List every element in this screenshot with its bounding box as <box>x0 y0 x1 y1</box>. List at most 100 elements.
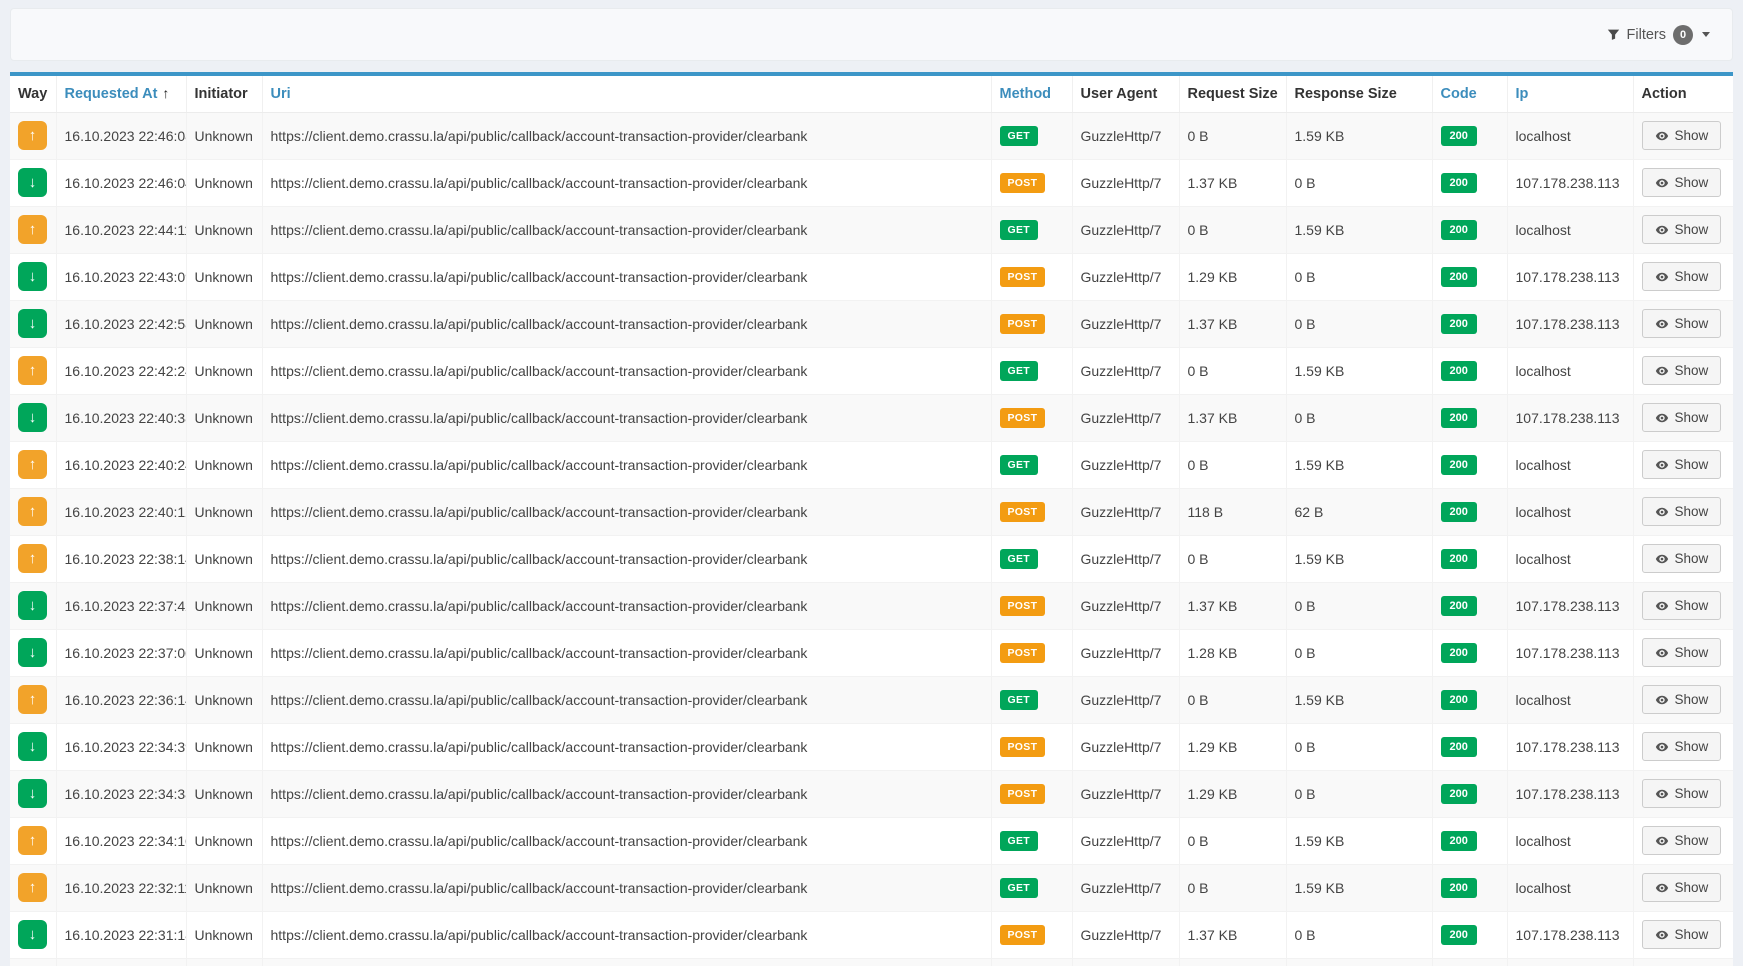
requests-table-card: Way Requested At↑ Initiator Uri Method U… <box>10 72 1733 966</box>
eye-icon <box>1655 176 1669 190</box>
uri-cell: https://client.demo.crassu.la/api/public… <box>262 817 991 864</box>
table-row: ↓ 16.10.2023 22:34:39 Unknown https://cl… <box>10 723 1733 770</box>
way-cell: ↓ <box>10 723 56 770</box>
table-row: ↑ 16.10.2023 22:40:24 Unknown https://cl… <box>10 441 1733 488</box>
show-button[interactable]: Show <box>1642 779 1722 808</box>
action-cell: Show <box>1633 723 1733 770</box>
ip-cell: localhost <box>1507 817 1633 864</box>
code-cell: 200 <box>1432 488 1507 535</box>
eye-icon <box>1655 834 1669 848</box>
method-cell: GET <box>991 864 1072 911</box>
ip-cell: 107.178.238.113 <box>1507 394 1633 441</box>
show-button[interactable]: Show <box>1642 732 1722 761</box>
eye-icon <box>1655 599 1669 613</box>
action-cell: Show <box>1633 770 1733 817</box>
initiator-cell: Unknown <box>186 770 262 817</box>
column-header-code[interactable]: Code <box>1432 76 1507 112</box>
initiator-cell: Unknown <box>186 112 262 159</box>
requested-at-cell: 16.10.2023 22:34:39 <box>56 723 186 770</box>
method-badge: POST <box>1000 502 1046 522</box>
show-button[interactable]: Show <box>1642 121 1722 150</box>
requested-at-cell: 16.10.2023 22:31:18 <box>56 911 186 958</box>
method-cell: POST <box>991 394 1072 441</box>
request-size-cell: 0 B <box>1179 817 1286 864</box>
eye-icon <box>1655 928 1669 942</box>
response-size-cell: 1.59 KB <box>1286 817 1432 864</box>
request-size-cell: 0 B <box>1179 864 1286 911</box>
show-button[interactable]: Show <box>1642 685 1722 714</box>
user-agent-cell: GuzzleHttp/7 <box>1072 300 1179 347</box>
arrow-down-icon: ↓ <box>18 779 47 808</box>
code-cell: 200 <box>1432 206 1507 253</box>
ip-cell: 107.178.238.113 <box>1507 300 1633 347</box>
response-size-cell: 0 B <box>1286 300 1432 347</box>
show-button[interactable]: Show <box>1642 403 1722 432</box>
table-row: ↓ 16.10.2023 22:31:18 Unknown https://cl… <box>10 911 1733 958</box>
eye-icon <box>1655 270 1669 284</box>
initiator-cell: Unknown <box>186 817 262 864</box>
eye-icon <box>1655 223 1669 237</box>
show-button-label: Show <box>1675 269 1709 284</box>
ip-cell: 107.178.238.113 <box>1507 911 1633 958</box>
show-button[interactable]: Show <box>1642 215 1722 244</box>
way-cell: ↓ <box>10 253 56 300</box>
initiator-cell: Unknown <box>186 676 262 723</box>
show-button-label: Show <box>1675 927 1709 942</box>
code-cell: 200 <box>1432 770 1507 817</box>
table-row: ↑ 16.10.2023 22:42:24 Unknown https://cl… <box>10 347 1733 394</box>
status-code-badge: 200 <box>1441 314 1477 334</box>
user-agent-cell: GuzzleHttp/7 <box>1072 535 1179 582</box>
request-size-cell: 1.28 KB <box>1179 629 1286 676</box>
show-button-label: Show <box>1675 363 1709 378</box>
column-header-ip[interactable]: Ip <box>1507 76 1633 112</box>
action-cell: Show <box>1633 817 1733 864</box>
response-size-cell: 0 B <box>1286 394 1432 441</box>
arrow-down-icon: ↓ <box>18 591 47 620</box>
show-button[interactable]: Show <box>1642 873 1722 902</box>
way-cell: ↓ <box>10 629 56 676</box>
page: Filters 0 Way Requested At↑ Initiator Ur… <box>0 0 1743 966</box>
eye-icon <box>1655 505 1669 519</box>
eye-icon <box>1655 364 1669 378</box>
eye-icon <box>1655 552 1669 566</box>
show-button[interactable]: Show <box>1642 309 1722 338</box>
initiator-cell: Unknown <box>186 488 262 535</box>
filters-toggle-button[interactable]: Filters 0 <box>1607 25 1710 45</box>
eye-icon <box>1655 317 1669 331</box>
status-code-badge: 200 <box>1441 690 1477 710</box>
code-cell: 200 <box>1432 112 1507 159</box>
status-code-badge: 200 <box>1441 549 1477 569</box>
show-button[interactable]: Show <box>1642 638 1722 667</box>
arrow-up-icon: ↑ <box>18 544 47 573</box>
show-button[interactable]: Show <box>1642 262 1722 291</box>
show-button[interactable]: Show <box>1642 450 1722 479</box>
arrow-down-icon: ↓ <box>18 262 47 291</box>
uri-cell: https://client.demo.crassu.la/api/public… <box>262 582 991 629</box>
show-button[interactable]: Show <box>1642 356 1722 385</box>
show-button-label: Show <box>1675 457 1709 472</box>
column-header-method[interactable]: Method <box>991 76 1072 112</box>
method-cell: POST <box>991 253 1072 300</box>
code-cell: 200 <box>1432 629 1507 676</box>
show-button[interactable]: Show <box>1642 544 1722 573</box>
table-row-partial <box>10 958 1733 966</box>
way-cell: ↓ <box>10 911 56 958</box>
uri-cell: https://client.demo.crassu.la/api/public… <box>262 629 991 676</box>
method-cell: GET <box>991 817 1072 864</box>
show-button[interactable]: Show <box>1642 591 1722 620</box>
show-button-label: Show <box>1675 410 1709 425</box>
initiator-cell: Unknown <box>186 347 262 394</box>
column-header-requested-at[interactable]: Requested At↑ <box>56 76 186 112</box>
show-button[interactable]: Show <box>1642 920 1722 949</box>
column-header-uri[interactable]: Uri <box>262 76 991 112</box>
show-button[interactable]: Show <box>1642 168 1722 197</box>
show-button[interactable]: Show <box>1642 826 1722 855</box>
show-button[interactable]: Show <box>1642 497 1722 526</box>
column-header-request-size: Request Size <box>1179 76 1286 112</box>
status-code-badge: 200 <box>1441 220 1477 240</box>
status-code-badge: 200 <box>1441 596 1477 616</box>
method-badge: POST <box>1000 267 1046 287</box>
action-cell: Show <box>1633 253 1733 300</box>
request-size-cell: 1.29 KB <box>1179 253 1286 300</box>
response-size-cell: 1.59 KB <box>1286 535 1432 582</box>
